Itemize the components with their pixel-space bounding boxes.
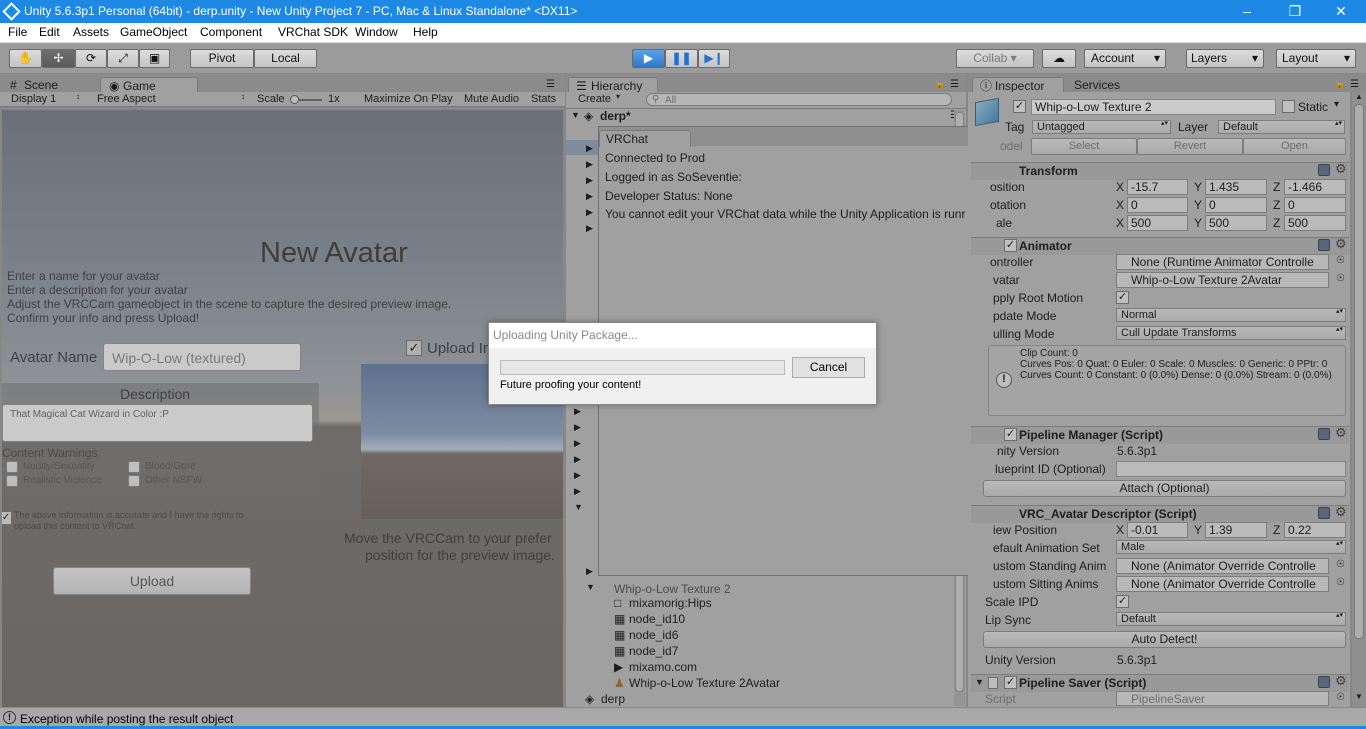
window-title: Unity 5.6.3p1 Personal (64bit) - derp.un… <box>24 4 578 18</box>
play-button[interactable]: ▶ <box>632 49 665 68</box>
menu-component[interactable]: Component <box>200 25 262 39</box>
cloud-icon[interactable]: ☁ <box>1042 49 1076 68</box>
menu-bar: File Edit Assets GameObject Component VR… <box>0 23 1366 43</box>
layout-label: Layout <box>1282 51 1319 65</box>
main-toolbar: ✋ ✢ ⟳ ⤢ ▣ Pivot Local ▶ ❚❚ ▶❙ Collab ▾ ☁… <box>0 43 1366 74</box>
menu-edit[interactable]: Edit <box>39 25 60 39</box>
status-bar: ! Exception while posting the result obj… <box>0 707 1366 729</box>
menu-file[interactable]: File <box>8 25 27 39</box>
layout-dropdown[interactable]: Layout ▾ <box>1276 49 1356 68</box>
dialog-message: Future proofing your content! <box>500 379 642 391</box>
rect-tool-icon[interactable]: ▣ <box>139 49 170 68</box>
account-dropdown[interactable]: Account ▾ <box>1084 49 1166 68</box>
local-label: Local <box>271 51 300 65</box>
layers-label: Layers <box>1191 51 1228 65</box>
pause-button[interactable]: ❚❚ <box>665 49 698 68</box>
minimize-icon[interactable]: – <box>1224 0 1270 23</box>
cancel-label: Cancel <box>809 360 848 374</box>
pivot-toggle[interactable]: Pivot <box>190 49 254 68</box>
collab-dropdown[interactable]: Collab ▾ <box>956 49 1034 68</box>
menu-gameobject[interactable]: GameObject <box>120 25 187 39</box>
window-titlebar: Unity 5.6.3p1 Personal (64bit) - derp.un… <box>0 0 1366 23</box>
upload-progress-bar <box>500 360 785 375</box>
unity-logo-icon <box>2 2 21 21</box>
menu-window[interactable]: Window <box>355 25 398 39</box>
cancel-button[interactable]: Cancel <box>792 357 865 378</box>
status-message[interactable]: Exception while posting the result objec… <box>20 712 233 726</box>
rotate-tool-icon[interactable]: ⟳ <box>75 49 107 68</box>
pivot-label: Pivot <box>208 51 236 65</box>
collab-label: Collab <box>973 51 1008 65</box>
account-label: Account <box>1091 51 1135 65</box>
warning-icon: ! <box>3 711 16 724</box>
move-tool-icon[interactable]: ✢ <box>42 49 75 68</box>
step-button[interactable]: ▶❙ <box>698 49 730 68</box>
dialog-title: Uploading Unity Package... <box>493 328 638 342</box>
menu-vrchat-sdk[interactable]: VRChat SDK <box>278 25 348 39</box>
upload-progress-dialog: Uploading Unity Package... Cancel Future… <box>488 322 877 405</box>
scale-tool-icon[interactable]: ⤢ <box>107 49 139 68</box>
menu-help[interactable]: Help <box>413 25 438 39</box>
maximize-icon[interactable]: ❐ <box>1272 0 1318 23</box>
hand-tool-icon[interactable]: ✋ <box>9 49 42 68</box>
local-toggle[interactable]: Local <box>254 49 317 68</box>
close-icon[interactable]: ✕ <box>1318 0 1364 23</box>
layers-dropdown[interactable]: Layers ▾ <box>1186 49 1264 68</box>
menu-assets[interactable]: Assets <box>73 25 109 39</box>
